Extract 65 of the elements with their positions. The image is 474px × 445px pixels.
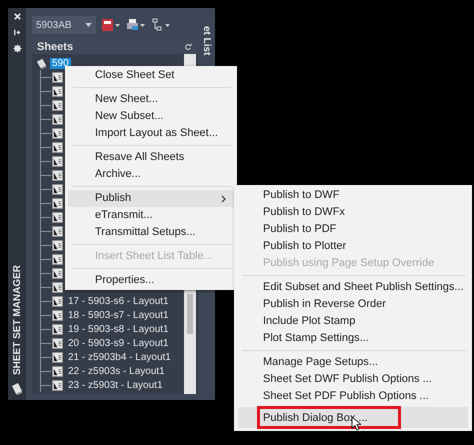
menu-item[interactable]: Sheet Set DWF Publish Options ...: [238, 371, 468, 388]
menu-item[interactable]: Properties...: [68, 272, 234, 289]
sheet-icon: [52, 86, 63, 96]
tree-item[interactable]: 19 - 5903-s8 - Layout1: [68, 324, 169, 334]
menu-item[interactable]: Transmittal Setups...: [68, 224, 234, 241]
menu-item[interactable]: Manage Page Setups...: [238, 354, 468, 371]
sheet-icon: [52, 240, 63, 250]
sheet-icon: [52, 254, 63, 264]
sheet-set-icon: [35, 56, 48, 70]
sheet-icon: [52, 212, 63, 222]
printer-icon[interactable]: [126, 18, 146, 32]
menu-item[interactable]: Plot Stamp Settings...: [238, 330, 468, 347]
tree-item[interactable]: 20 - 5903-s9 - Layout1: [68, 338, 169, 348]
sheet-icon: [52, 114, 63, 124]
menu-item[interactable]: Close Sheet Set: [68, 67, 234, 84]
settings-icon[interactable]: [12, 44, 22, 53]
menu-item[interactable]: Archive...: [68, 166, 234, 183]
menu-item[interactable]: Include Plot Stamp: [238, 313, 468, 330]
sheet-icon: [52, 170, 63, 180]
sheet-set-dropdown[interactable]: 5903AB: [32, 16, 96, 34]
sheet-icon: [52, 324, 63, 334]
tree-item[interactable]: 21 - z5903b4 - Layout1: [68, 352, 171, 362]
sheet-icon: [52, 226, 63, 236]
sheet-icon: [52, 184, 63, 194]
tree-item[interactable]: 22 - z5903s - Layout1: [68, 366, 165, 376]
dropdown-caret-icon: [85, 23, 92, 27]
tree-item[interactable]: 590: [50, 58, 71, 68]
menu-item[interactable]: Publish to DWF: [238, 187, 468, 204]
close-icon[interactable]: [12, 12, 22, 21]
pin-icon[interactable]: [12, 28, 22, 37]
publish-icon[interactable]: [101, 18, 121, 32]
tree-item[interactable]: 17 - 5903-s6 - Layout1: [68, 296, 169, 306]
menu-item[interactable]: New Subset...: [68, 108, 234, 125]
sheet-icon: [52, 310, 63, 320]
sheet-icon: [52, 268, 63, 278]
sheets-title: Sheets: [37, 40, 74, 52]
menu-item[interactable]: Publish to DWFx: [238, 204, 468, 221]
menu-item[interactable]: Publish to PDF: [238, 221, 468, 238]
sheet-icon: [52, 296, 63, 306]
menu-item[interactable]: Publish in Reverse Order: [238, 296, 468, 313]
menu-item[interactable]: Resave All Sheets: [68, 149, 234, 166]
palette-title: SHEET SET MANAGER: [12, 264, 22, 375]
sheet-icon: [52, 338, 63, 348]
menu-item[interactable]: Publish to Plotter: [238, 238, 468, 255]
sheet-set-icon: [10, 382, 24, 396]
sheet-icon: [52, 128, 63, 138]
menu-item[interactable]: New Sheet...: [68, 91, 234, 108]
sheet-icon: [52, 282, 63, 292]
menu-item[interactable]: Sheet Set PDF Publish Options ...: [238, 388, 468, 405]
menu-item[interactable]: Publish: [68, 190, 234, 207]
sheet-icon: [52, 156, 63, 166]
menu-item[interactable]: Import Layout as Sheet...: [68, 125, 234, 142]
sheet-icon: [52, 100, 63, 110]
sheet-icon: [52, 198, 63, 208]
sheet-icon: [52, 72, 63, 82]
menu-item[interactable]: Edit Subset and Sheet Publish Settings...: [238, 279, 468, 296]
sheet-icon: [52, 142, 63, 152]
sheet-icon: [52, 352, 63, 362]
sheet-list-icon[interactable]: [151, 18, 171, 32]
tree-item[interactable]: 18 - 5903-s7 - Layout1: [68, 310, 169, 320]
sheet-icon: [52, 380, 63, 390]
sheet-icon: [52, 366, 63, 376]
tree-item[interactable]: 23 - z5903t - Layout1: [68, 380, 163, 390]
menu-item[interactable]: eTransmit...: [68, 207, 234, 224]
refresh-icon[interactable]: [184, 42, 192, 50]
